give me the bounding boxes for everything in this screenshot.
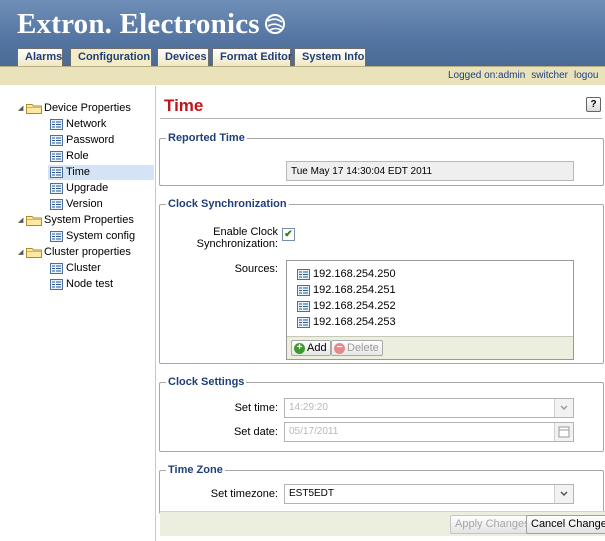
login-status: Logged on:admin switcher logou [448,70,604,81]
set-timezone-label: Set timezone: [210,488,278,500]
settings-page-icon [50,135,63,146]
delete-source-button[interactable]: − Delete [331,340,383,356]
add-source-button[interactable]: + Add [291,340,331,356]
reported-time-section: Reported Time Tue May 17 14:30:04 EDT 20… [159,132,604,186]
settings-page-icon [50,263,63,274]
list-item[interactable]: 192.168.254.250 [297,267,396,282]
folder-icon [26,216,42,226]
server-icon [297,300,310,312]
expanded-arrow-icon[interactable]: ◢ [18,213,26,228]
sidebar-tree: ◢ Device Properties Network Password Role… [8,86,154,541]
sidebar-item-cluster[interactable]: Cluster [50,261,101,276]
logout-link[interactable]: logou [574,70,598,81]
brand-text: Extron. Electronics [17,8,260,40]
set-time-value: 14:29:20 [289,402,328,413]
chevron-down-icon[interactable] [554,485,573,503]
main-content: Time ? Reported Time Tue May 17 14:30:04… [156,86,605,541]
settings-page-icon [50,231,63,242]
help-button[interactable]: ? [586,97,601,112]
sidebar-item-password[interactable]: Password [50,133,114,148]
plus-icon: + [294,342,305,354]
tab-system-info[interactable]: System Info [294,48,366,66]
settings-page-icon [50,151,63,162]
brand-logo: Extron. Electronics [17,8,286,41]
sources-label: Sources: [234,263,278,275]
extron-swirl-logo-icon [264,14,285,34]
calendar-icon[interactable] [554,423,573,441]
sidebar-item-system-config[interactable]: System config [50,229,135,244]
chevron-down-icon[interactable] [554,399,573,417]
tree-group-system-properties[interactable]: ◢ System Properties [18,213,134,228]
list-item[interactable]: 192.168.254.253 [297,315,396,330]
section-legend: Reported Time [168,132,245,144]
tab-configuration[interactable]: Configuration [70,48,152,67]
title-divider [160,118,602,119]
list-item[interactable]: 192.168.254.252 [297,299,396,314]
sources-toolbar: + Add − Delete [287,336,573,359]
set-time-dropdown[interactable]: 14:29:20 [284,398,574,418]
folder-icon [26,248,42,258]
apply-changes-button[interactable]: Apply Changes [450,515,535,534]
time-zone-section: Time Zone Set timezone: EST5EDT [159,464,604,514]
tree-group-label: Device Properties [44,102,131,114]
enable-clock-sync-checkbox[interactable]: ✔ [282,228,295,241]
section-legend: Clock Settings [168,376,245,388]
sidebar-item-version[interactable]: Version [50,197,103,212]
settings-page-icon [50,167,63,178]
section-legend: Time Zone [168,464,223,476]
settings-page-icon [50,119,63,130]
tab-format-editor[interactable]: Format Editor [212,48,292,66]
folder-icon [26,104,42,114]
sidebar-item-role[interactable]: Role [50,149,89,164]
clock-sync-section: Clock Synchronization Enable Clock Synch… [159,198,604,364]
sidebar-item-upgrade[interactable]: Upgrade [50,181,108,196]
action-bar: Apply Changes Cancel Changes [160,511,605,536]
expanded-arrow-icon[interactable]: ◢ [18,101,26,116]
cancel-changes-button[interactable]: Cancel Changes [526,515,605,534]
sidebar-item-time[interactable]: Time [48,165,154,180]
app-header: Extron. Electronics Alarms Configuration… [0,0,605,67]
user-info-bar: Logged on:admin switcher logou [0,66,605,85]
tree-group-device-properties[interactable]: ◢ Device Properties [18,101,131,116]
settings-page-icon [50,279,63,290]
sources-list: 192.168.254.250 192.168.254.251 192.168.… [286,260,574,360]
enable-clock-sync-label: Enable Clock Synchronization: [196,226,278,250]
minus-icon: − [334,342,345,354]
tab-alarms[interactable]: Alarms [17,48,63,66]
expanded-arrow-icon[interactable]: ◢ [18,245,26,260]
clock-settings-section: Clock Settings Set time: 14:29:20 Set da… [159,376,604,452]
settings-page-icon [50,183,63,194]
settings-page-icon [50,199,63,210]
server-icon [297,284,310,296]
tab-devices[interactable]: Devices [157,48,209,66]
timezone-value: EST5EDT [289,488,335,499]
switcher-link[interactable]: switcher [531,70,568,81]
set-date-value: 05/17/2011 [289,426,339,437]
sidebar-item-node-test[interactable]: Node test [50,277,113,292]
set-date-label: Set date: [233,426,278,438]
sidebar-item-network[interactable]: Network [50,117,106,132]
tree-group-cluster-properties[interactable]: ◢ Cluster properties [18,245,131,260]
section-legend: Clock Synchronization [168,198,287,210]
reported-time-display: Tue May 17 14:30:04 EDT 2011 [286,161,574,181]
set-date-picker[interactable]: 05/17/2011 [284,422,574,442]
list-item[interactable]: 192.168.254.251 [297,283,396,298]
server-icon [297,316,310,328]
timezone-dropdown[interactable]: EST5EDT [284,484,574,504]
set-time-label: Set time: [234,402,278,414]
server-icon [297,268,310,280]
logged-on-text: Logged on:admin [448,70,526,81]
page-title: Time [164,96,204,115]
